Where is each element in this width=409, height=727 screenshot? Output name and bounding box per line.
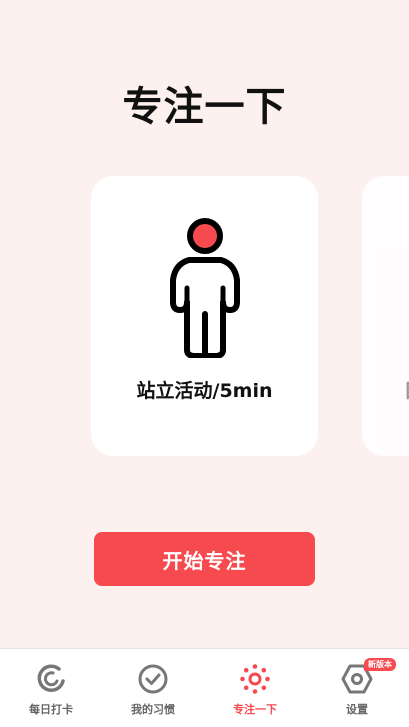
tab-label: 每日打卡 bbox=[29, 703, 73, 716]
activity-card[interactable]: 站立活动/5min bbox=[91, 176, 318, 456]
new-version-badge: 新版本 bbox=[364, 658, 396, 671]
activity-card-label: 站立活动/5min bbox=[136, 380, 273, 402]
standing-person-icon bbox=[91, 218, 318, 362]
activity-card-next[interactable]: 目 bbox=[362, 176, 409, 456]
daily-checkin-icon bbox=[35, 663, 67, 695]
tab-label: 设置 bbox=[346, 703, 368, 716]
page-title: 专注一下 bbox=[122, 84, 287, 130]
activity-carousel[interactable]: 站立活动/5min 目 bbox=[0, 176, 409, 458]
tab-label: 专注一下 bbox=[233, 703, 277, 716]
tab-settings[interactable]: 新版本 设置 bbox=[306, 649, 408, 727]
check-circle-icon bbox=[137, 663, 169, 695]
tab-label: 我的习惯 bbox=[131, 703, 175, 716]
start-focus-button[interactable]: 开始专注 bbox=[94, 532, 315, 586]
focus-page: 专注一下 站立活动/5min 目 开始专注 bbox=[0, 0, 409, 727]
tab-my-habits[interactable]: 我的习惯 bbox=[102, 649, 204, 727]
focus-dots-icon bbox=[239, 663, 271, 695]
tab-daily-checkin[interactable]: 每日打卡 bbox=[0, 649, 102, 727]
bottom-tab-bar: 每日打卡 我的习惯 专注一下 新版本 设置 bbox=[0, 648, 409, 727]
tab-focus[interactable]: 专注一下 bbox=[204, 649, 306, 727]
next-activity-label: 目 bbox=[404, 376, 409, 403]
